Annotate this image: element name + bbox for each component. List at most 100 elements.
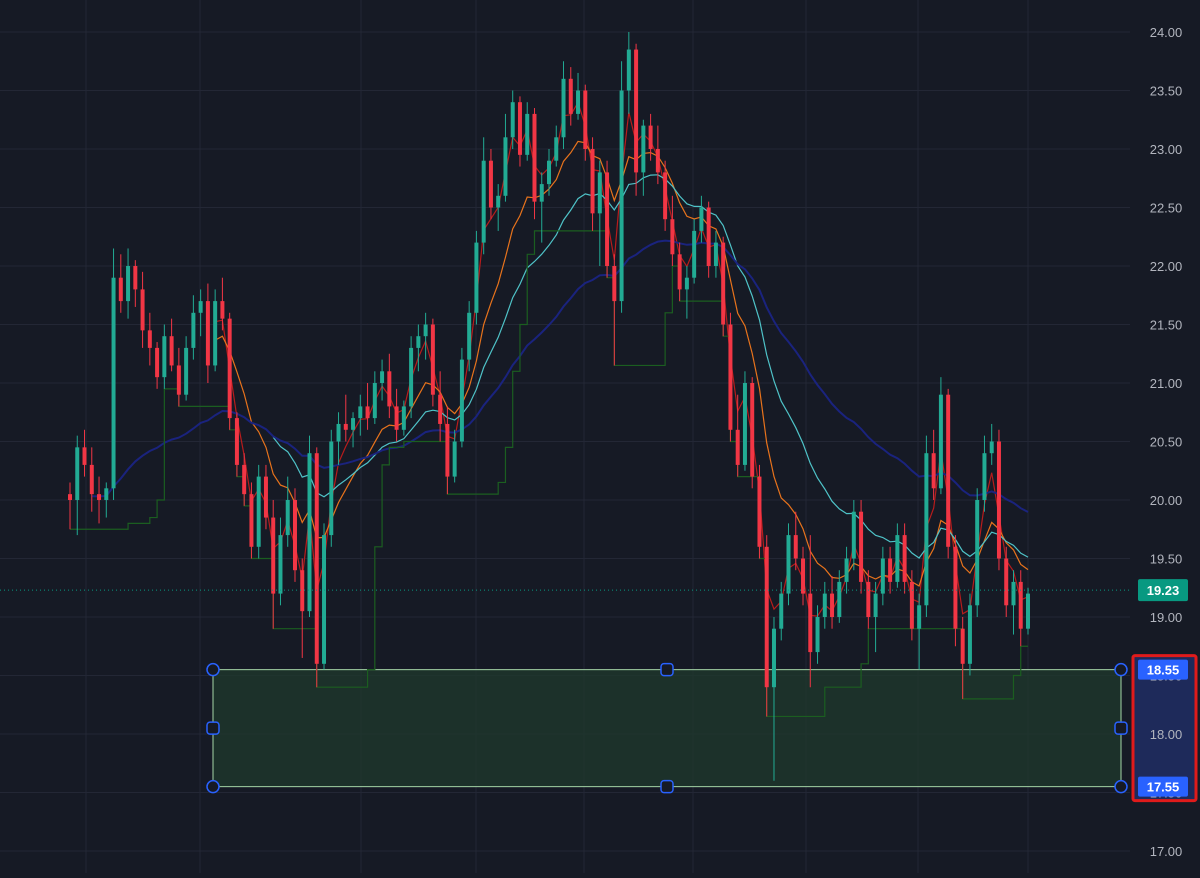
candle xyxy=(619,61,624,313)
price-axis[interactable]: 24.00 23.50 23.00 22.50 22.00 21.50 21.00 20.50… xyxy=(1130,0,1200,873)
candle-body xyxy=(191,312,196,348)
price-chart[interactable]: 24.00 23.50 23.00 22.50 22.00 21.50 21.00 20.50… xyxy=(0,0,1200,873)
candle-body xyxy=(648,125,653,149)
candle-body xyxy=(634,49,639,173)
candle-body xyxy=(764,546,769,688)
resize-handle[interactable] xyxy=(660,779,674,794)
candle-body xyxy=(844,558,849,582)
candle-body xyxy=(271,517,276,594)
resize-handle[interactable] xyxy=(206,662,220,677)
rectangle-drawing[interactable] xyxy=(206,662,1128,794)
candle-body xyxy=(931,453,936,489)
candle-body xyxy=(822,593,827,617)
candle-body xyxy=(771,628,776,688)
candle-body xyxy=(750,383,755,477)
price-tick-label: 21.00 xyxy=(1150,376,1183,391)
candle-body xyxy=(365,406,370,419)
candle-body xyxy=(677,254,682,290)
candle-body xyxy=(902,535,907,582)
candle-body xyxy=(358,406,363,419)
resize-handle[interactable] xyxy=(206,721,220,735)
candle-body xyxy=(801,558,806,594)
candle xyxy=(605,160,610,278)
candle-body xyxy=(619,90,624,302)
candle-body xyxy=(938,394,943,489)
price-tick-label: 22.00 xyxy=(1150,259,1183,274)
candle-body xyxy=(198,301,203,313)
candle-body xyxy=(249,494,254,547)
price-tick-label: 23.00 xyxy=(1150,142,1183,157)
candle-body xyxy=(234,418,239,465)
candle-body xyxy=(416,336,421,348)
resize-handle[interactable] xyxy=(1114,779,1128,794)
candle xyxy=(111,248,116,500)
resize-handle[interactable] xyxy=(660,662,674,677)
candle-body xyxy=(1004,558,1009,606)
candle xyxy=(256,464,261,559)
candle-body xyxy=(692,230,697,278)
candle-body xyxy=(401,406,406,430)
resize-handle[interactable] xyxy=(206,779,220,794)
candle-body xyxy=(786,535,791,594)
candle-body xyxy=(140,289,145,331)
candle-body xyxy=(89,464,94,495)
price-tick-label: 20.50 xyxy=(1150,435,1183,450)
candle-body xyxy=(989,441,994,454)
candle-body xyxy=(721,242,726,325)
candle xyxy=(996,429,1001,571)
candle-body xyxy=(532,113,537,202)
candle-body xyxy=(75,447,80,500)
candle-body xyxy=(866,581,871,617)
candle-body xyxy=(496,195,501,208)
candle-body xyxy=(1011,581,1016,606)
candle-body xyxy=(68,494,72,500)
candle-body xyxy=(1026,593,1030,629)
candle-body xyxy=(445,423,450,477)
candle xyxy=(742,371,747,471)
candle-body xyxy=(982,453,987,500)
candle xyxy=(227,312,232,430)
candle xyxy=(292,488,297,582)
candle-body xyxy=(147,330,152,348)
candle-body xyxy=(793,535,798,559)
resize-handle[interactable] xyxy=(1114,721,1128,735)
candle-body xyxy=(909,581,914,629)
candle-body xyxy=(285,500,290,536)
candle-body xyxy=(605,172,610,266)
candle-body xyxy=(314,453,319,664)
candle-body xyxy=(481,160,486,243)
candle-body xyxy=(851,511,856,559)
chart-canvas[interactable]: 24.00 23.50 23.00 22.50 22.00 21.50 21.00 20.50… xyxy=(0,0,1200,873)
candle-body xyxy=(655,149,660,173)
candle xyxy=(409,336,414,419)
candle-body xyxy=(488,160,493,208)
candle-body xyxy=(728,324,733,430)
price-tick-label: 21.50 xyxy=(1150,318,1183,333)
candle-body xyxy=(583,90,588,149)
candle-body xyxy=(104,488,109,500)
candle-body xyxy=(808,593,813,653)
candle xyxy=(314,447,319,688)
price-tick-label: 18.00 xyxy=(1150,727,1183,742)
candle-body xyxy=(343,423,348,430)
candle-body xyxy=(452,441,457,477)
candle xyxy=(1026,587,1030,635)
candle-body xyxy=(322,535,327,664)
candle-body xyxy=(996,441,1001,559)
candle-body xyxy=(735,429,740,465)
candle-body xyxy=(213,301,218,366)
candle-body xyxy=(176,365,181,395)
resize-handle[interactable] xyxy=(1114,662,1128,677)
candle-body xyxy=(256,476,261,547)
candle xyxy=(946,388,951,559)
candle-body xyxy=(924,453,929,606)
candle-body xyxy=(641,125,646,173)
price-tick-label: 23.50 xyxy=(1150,84,1183,99)
candle-body xyxy=(626,49,631,91)
price-tick-label: 17.00 xyxy=(1150,844,1183,859)
candle xyxy=(721,236,726,337)
candle xyxy=(430,318,435,407)
candle-body xyxy=(597,172,602,214)
candle-body xyxy=(880,558,885,594)
candle-body xyxy=(576,90,581,114)
